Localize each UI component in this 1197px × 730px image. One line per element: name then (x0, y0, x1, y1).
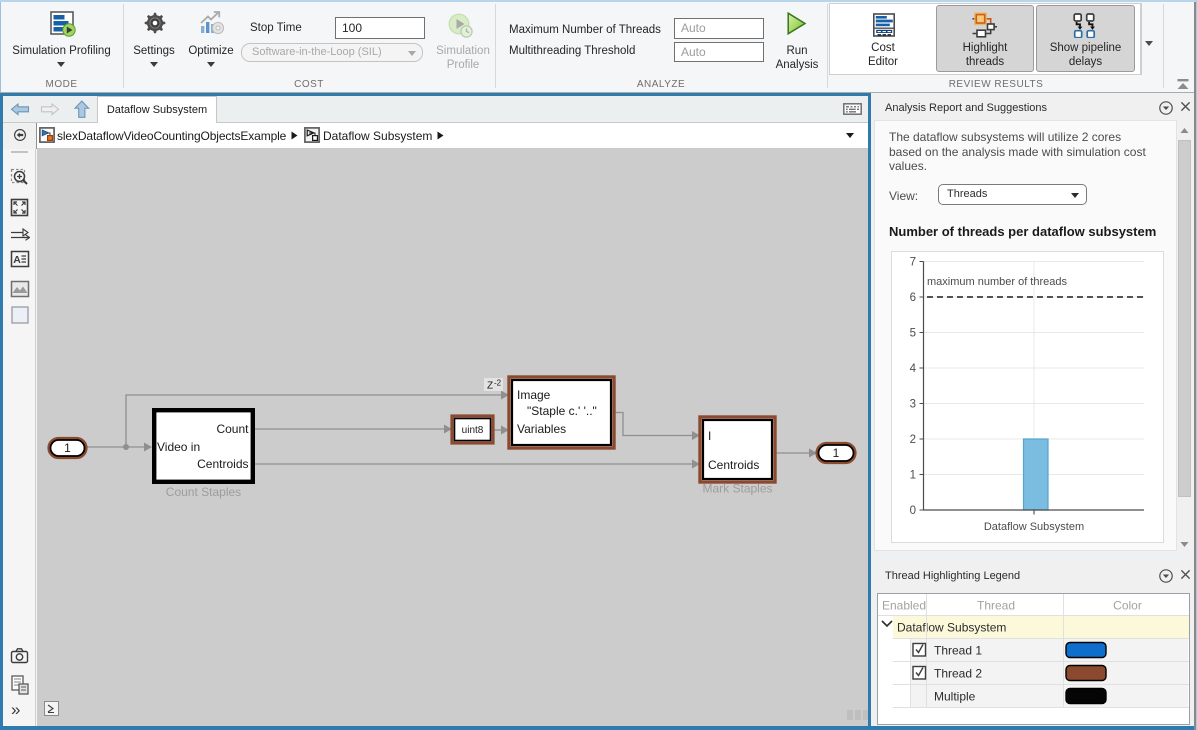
svg-text:Thread 2: Thread 2 (934, 667, 982, 681)
svg-text:Variables: Variables (517, 422, 566, 436)
svg-text:6: 6 (910, 292, 916, 304)
svg-text:0: 0 (910, 505, 916, 517)
svg-text:A: A (13, 254, 21, 266)
svg-text:Color: Color (1113, 599, 1142, 613)
svg-text:Dataflow Subsystem: Dataflow Subsystem (984, 521, 1084, 533)
svg-text:I: I (708, 429, 711, 443)
svg-text:1: 1 (64, 441, 71, 455)
svg-text:Thread 1: Thread 1 (934, 644, 982, 658)
svg-text:Enabled: Enabled (882, 599, 926, 613)
svg-text:Video in: Video in (157, 440, 200, 454)
svg-text:Mark Staples: Mark Staples (702, 482, 772, 496)
svg-text:7: 7 (910, 257, 916, 269)
svg-text:"Staple c.' '..": "Staple c.' '.." (527, 404, 597, 418)
svg-text:Thread: Thread (977, 599, 1015, 613)
svg-text:-2: -2 (494, 379, 502, 388)
svg-text:Image: Image (517, 388, 551, 402)
svg-text:2: 2 (910, 434, 916, 446)
svg-text:Dataflow Subsystem: Dataflow Subsystem (897, 621, 1006, 635)
svg-text:Centroids: Centroids (197, 457, 248, 471)
svg-text:Multiple: Multiple (934, 690, 976, 704)
svg-text:maximum number of threads: maximum number of threads (927, 276, 1067, 288)
svg-text:Count Staples: Count Staples (166, 485, 241, 499)
svg-text:uint8: uint8 (462, 425, 484, 436)
svg-text:Z: Z (487, 381, 493, 392)
svg-text:Centroids: Centroids (708, 458, 759, 472)
svg-text:Count: Count (216, 422, 249, 436)
svg-text:4: 4 (910, 363, 917, 375)
svg-text:1: 1 (833, 446, 840, 460)
svg-text:3: 3 (910, 399, 916, 411)
svg-text:5: 5 (910, 328, 916, 340)
svg-text:1: 1 (910, 470, 916, 482)
